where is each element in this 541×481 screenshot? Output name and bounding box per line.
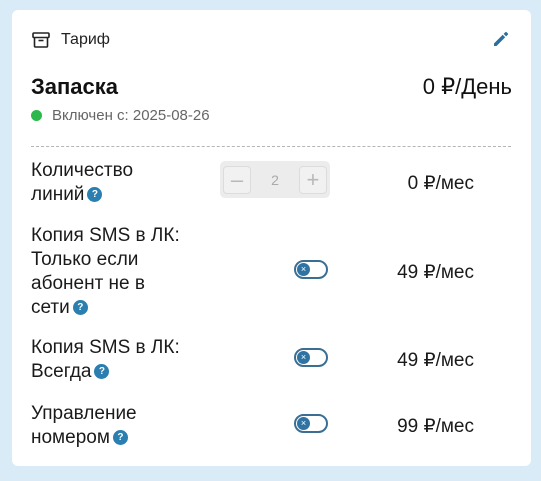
help-icon[interactable]: ? — [112, 430, 128, 445]
plan-name: Запаска — [31, 74, 119, 99]
status-dot-icon — [31, 110, 42, 121]
option-label-line: Управление — [31, 403, 137, 424]
card-header-label: Тариф — [61, 31, 110, 48]
lines-quantity-stepper: – 2 + — [220, 161, 330, 198]
toggle-off-icon: × — [297, 263, 310, 276]
archive-box-icon — [31, 30, 51, 50]
option-label-line: Копия SMS в ЛК: — [31, 337, 180, 358]
sms-copy-always-toggle[interactable]: × — [294, 348, 328, 367]
option-lines-count-label: Количество линий? — [31, 159, 133, 207]
option-label-line: линий? — [31, 183, 133, 207]
option-sms-copy-always-label: Копия SMS в ЛК: Всегда? — [31, 336, 180, 384]
option-label-line: абонент не в — [31, 273, 145, 294]
toggle-off-icon: × — [297, 351, 310, 364]
option-label-text: линий — [31, 184, 85, 205]
option-sms-copy-offline-label: Копия SMS в ЛК: Только если абонент не в… — [31, 224, 180, 320]
status-text: Включен с: 2025-08-26 — [52, 107, 210, 124]
plan-status: Включен с: 2025-08-26 — [31, 107, 210, 124]
plan-price: 0 ₽/День — [422, 74, 512, 99]
number-management-toggle[interactable]: × — [294, 414, 328, 433]
option-number-management-label: Управление номером? — [31, 402, 137, 450]
option-price: 99 ₽/мес — [397, 416, 474, 437]
option-label-text: сети — [31, 297, 70, 318]
increment-button[interactable]: + — [298, 165, 327, 194]
option-price: 49 ₽/мес — [397, 262, 474, 283]
option-label-line: Всегда? — [31, 360, 180, 384]
pencil-icon[interactable] — [490, 28, 512, 50]
card-header: Тариф — [31, 28, 110, 52]
option-label-line: Только если — [31, 249, 139, 270]
help-icon[interactable]: ? — [87, 187, 103, 202]
divider — [31, 146, 511, 147]
decrement-button[interactable]: – — [223, 165, 251, 194]
option-label-line: номером? — [31, 426, 137, 450]
sms-copy-offline-toggle[interactable]: × — [294, 260, 328, 279]
help-icon[interactable]: ? — [94, 364, 110, 379]
toggle-off-icon: × — [297, 417, 310, 430]
option-price: 0 ₽/мес — [407, 173, 474, 194]
option-label-text: Всегда — [31, 361, 92, 382]
option-label-line: Количество — [31, 160, 134, 181]
stepper-value: 2 — [271, 171, 279, 188]
help-icon[interactable]: ? — [72, 300, 88, 315]
tariff-card: Тариф Запаска 0 ₽/День Включен с: 2025-0… — [12, 10, 531, 466]
option-price: 49 ₽/мес — [397, 350, 474, 371]
option-label-line: сети? — [31, 296, 180, 320]
option-label-text: номером — [31, 427, 110, 448]
option-label-line: Копия SMS в ЛК: — [31, 225, 180, 246]
